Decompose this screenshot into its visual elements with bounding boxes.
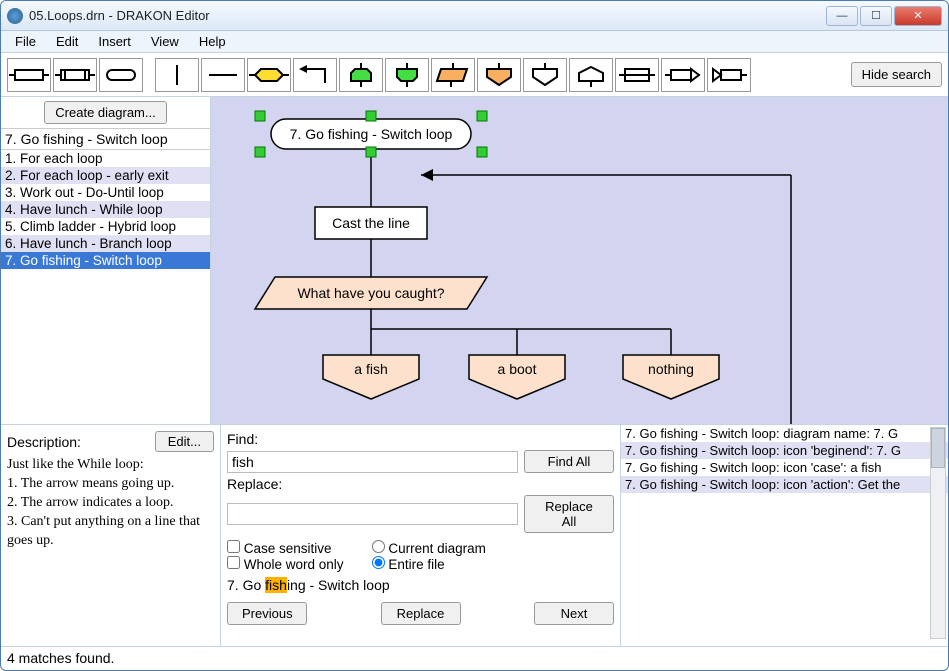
window-title: 05.Loops.drn - DRAKON Editor [29,8,826,23]
menu-file[interactable]: File [5,32,46,51]
description-panel: Description: Edit... Just like the While… [1,425,221,646]
diagram-canvas[interactable]: 7. Go fishing - Switch loop Cast the lin… [211,97,948,424]
scope-file-radio[interactable] [372,556,385,569]
app-window: 05.Loops.drn - DRAKON Editor — ☐ ✕ File … [0,0,949,671]
list-item[interactable]: 5. Climb ladder - Hybrid loop [1,218,210,235]
case-sensitive-checkbox[interactable] [227,540,240,553]
sidebar: Create diagram... 7. Go fishing - Switch… [1,97,211,424]
svg-text:a fish: a fish [354,361,387,377]
result-row[interactable]: 7. Go fishing - Switch loop: diagram nam… [621,425,948,442]
next-button[interactable]: Next [534,602,614,625]
find-input[interactable] [227,451,518,473]
titlebar: 05.Loops.drn - DRAKON Editor — ☐ ✕ [1,1,948,31]
scope-current-radio[interactable] [372,540,385,553]
description-text: Just like the While loop: 1. The arrow m… [7,456,214,640]
menu-help[interactable]: Help [189,32,236,51]
replace-label: Replace: [227,476,614,492]
svg-text:Cast the line: Cast the line [332,215,410,231]
replace-all-button[interactable]: Replace All [524,495,614,533]
tool-insertion-icon[interactable] [53,58,97,92]
description-label: Description: [7,434,81,450]
tool-action-icon[interactable] [7,58,51,92]
tool-loopbegin-icon[interactable] [339,58,383,92]
tool-arrow-icon[interactable] [293,58,337,92]
result-row[interactable]: 7. Go fishing - Switch loop: icon 'actio… [621,476,948,493]
close-button[interactable]: ✕ [894,6,942,26]
diagram-list-header: 7. Go fishing - Switch loop [1,128,210,150]
diagram-svg: 7. Go fishing - Switch loop Cast the lin… [211,97,941,424]
edit-description-button[interactable]: Edit... [155,431,214,452]
current-match: 7. Go fishing - Switch loop [227,575,614,595]
list-item[interactable]: 1. For each loop [1,150,210,167]
diagram-list[interactable]: 1. For each loop 2. For each loop - earl… [1,150,210,424]
list-item[interactable]: 4. Have lunch - While loop [1,201,210,218]
whole-word-checkbox[interactable] [227,556,240,569]
tool-beginend-icon[interactable] [99,58,143,92]
replace-input[interactable] [227,503,518,525]
create-diagram-button[interactable]: Create diagram... [44,101,166,124]
tool-select-icon[interactable] [431,58,475,92]
status-text: 4 matches found. [7,650,114,666]
list-item[interactable]: 6. Have lunch - Branch loop [1,235,210,252]
previous-button[interactable]: Previous [227,602,307,625]
list-item-selected[interactable]: 7. Go fishing - Switch loop [1,252,210,269]
status-bar: 4 matches found. [1,646,948,668]
replace-button[interactable]: Replace [381,602,461,625]
svg-text:nothing: nothing [648,361,694,377]
result-row[interactable]: 7. Go fishing - Switch loop: icon 'begin… [621,442,948,459]
menu-edit[interactable]: Edit [46,32,88,51]
tool-case-icon[interactable] [477,58,521,92]
menu-insert[interactable]: Insert [88,32,141,51]
app-icon [7,8,23,24]
result-row[interactable]: 7. Go fishing - Switch loop: icon 'case'… [621,459,948,476]
tool-horizontal-icon[interactable] [201,58,245,92]
find-all-button[interactable]: Find All [524,450,614,473]
svg-text:What have you caught?: What have you caught? [297,285,444,301]
tool-output-icon[interactable] [661,58,705,92]
menubar: File Edit Insert View Help [1,31,948,53]
minimize-button[interactable]: — [826,6,858,26]
tool-address-icon[interactable] [569,58,613,92]
maximize-button[interactable]: ☐ [860,6,892,26]
tool-loopend-icon[interactable] [385,58,429,92]
tool-vertical-icon[interactable] [155,58,199,92]
menu-view[interactable]: View [141,32,189,51]
search-panel: Find: Find All Replace: Replace All Case… [221,425,621,646]
list-item[interactable]: 2. For each loop - early exit [1,167,210,184]
tool-shelf-icon[interactable] [615,58,659,92]
toolbar: Hide search [1,53,948,97]
hide-search-button[interactable]: Hide search [851,62,942,87]
svg-text:7. Go fishing - Switch loop: 7. Go fishing - Switch loop [290,126,453,142]
tool-branch-icon[interactable] [523,58,567,92]
find-label: Find: [227,431,614,447]
tool-input-icon[interactable] [707,58,751,92]
results-scrollbar[interactable] [930,427,946,639]
tool-if-icon[interactable] [247,58,291,92]
list-item[interactable]: 3. Work out - Do-Until loop [1,184,210,201]
search-results[interactable]: 7. Go fishing - Switch loop: diagram nam… [621,425,948,646]
svg-text:a boot: a boot [498,361,537,377]
